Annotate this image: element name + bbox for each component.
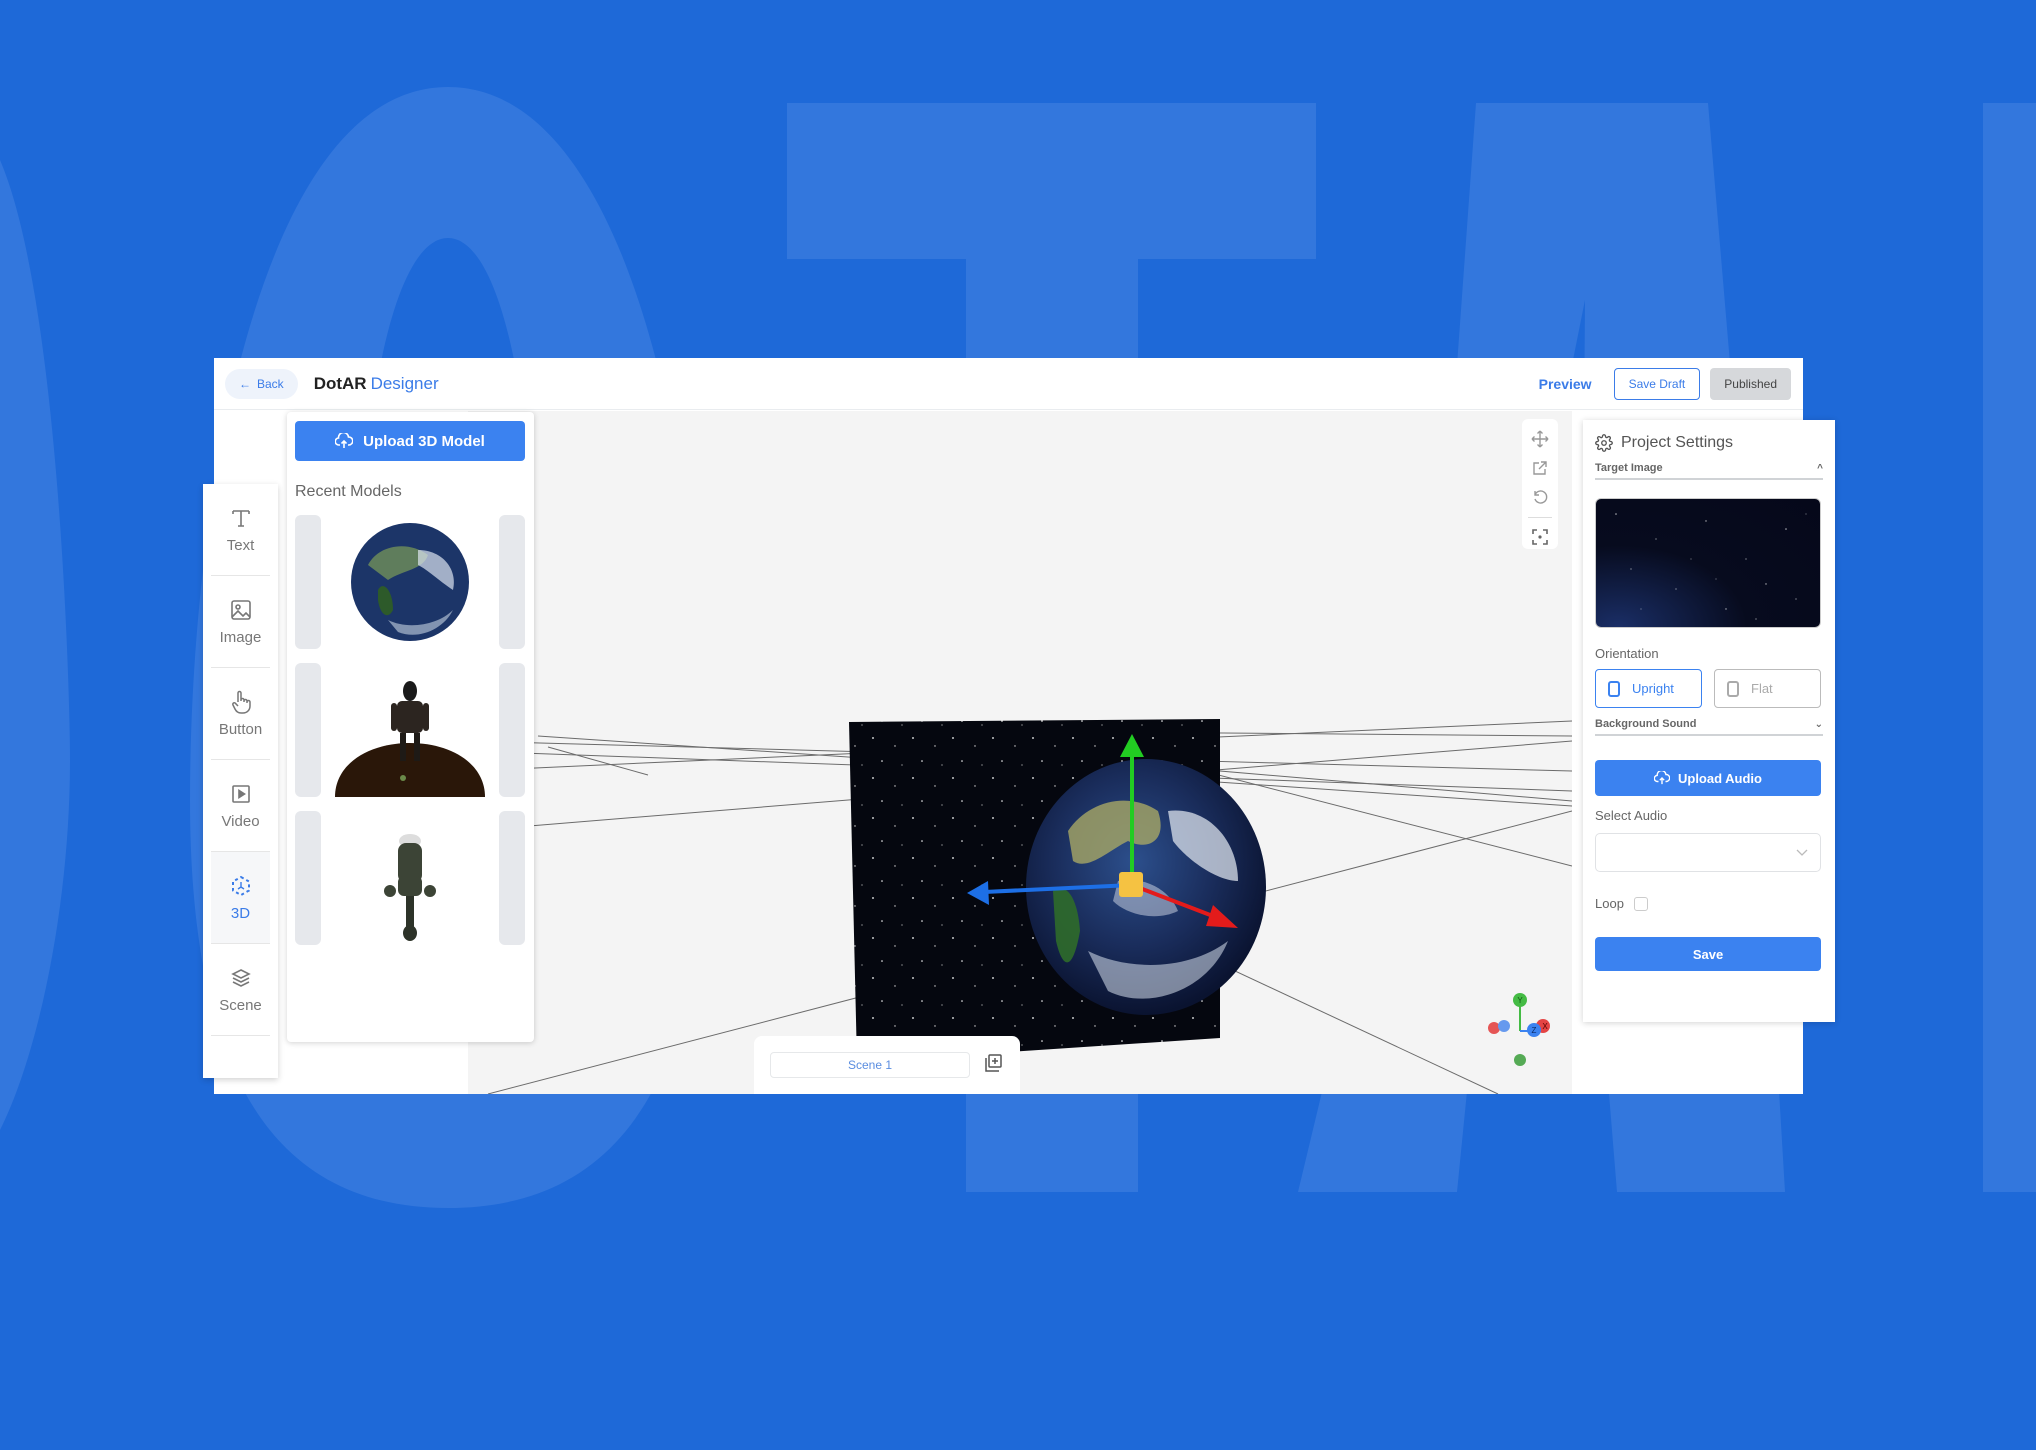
background-sound-section-toggle[interactable]: Background Sound ⌄: [1595, 718, 1823, 736]
model-card-robot[interactable]: [295, 663, 525, 797]
axis-x-negative: [1488, 1022, 1500, 1034]
save-button[interactable]: Save: [1595, 937, 1821, 971]
upload-audio-button[interactable]: Upload Audio: [1595, 760, 1821, 796]
starfield-image: [1615, 513, 1807, 620]
flat-phone-icon: [1727, 680, 1739, 697]
axis-x-label: X: [1542, 1022, 1548, 1031]
upload-3d-model-label: Upload 3D Model: [363, 432, 485, 450]
background-sound-label: Background Sound: [1595, 718, 1697, 730]
scene-canvas[interactable]: [468, 411, 1572, 1094]
reset-rotate-icon[interactable]: [1528, 486, 1552, 509]
toolbar-item-label: Text: [226, 537, 255, 554]
upload-audio-label: Upload Audio: [1677, 770, 1762, 786]
earth-thumbnail: [351, 523, 469, 641]
axis-z-negative: [1498, 1020, 1510, 1032]
axis-z-label: Z: [1532, 1026, 1537, 1035]
toolbar-item-label: Button: [218, 721, 263, 738]
target-image-section-toggle[interactable]: Target Image ^: [1595, 462, 1823, 480]
project-settings-panel: Project Settings Target Image ^ Orientat…: [1583, 420, 1835, 1022]
target-image-preview[interactable]: [1595, 498, 1821, 628]
orientation-upright-button[interactable]: Upright: [1595, 669, 1702, 708]
project-settings-title: Project Settings: [1621, 434, 1734, 451]
gizmo-center-handle: [1119, 872, 1143, 897]
app-name: DotAR: [313, 373, 367, 393]
orientation-flat-label: Flat: [1751, 681, 1773, 696]
layers-icon: [228, 965, 254, 991]
chevron-down-icon: [1796, 849, 1808, 856]
toolbar-item-3d[interactable]: 3D: [211, 852, 270, 944]
focus-icon[interactable]: [1528, 526, 1552, 549]
save-draft-button[interactable]: Save Draft: [1613, 367, 1701, 400]
preview-link[interactable]: Preview: [1539, 376, 1592, 392]
portrait-phone-icon: [1608, 680, 1620, 697]
models-panel: Upload 3D Model Recent Models: [287, 412, 534, 1042]
robot-thumbnail: [335, 681, 485, 797]
back-label: Back: [257, 376, 284, 391]
viewport-toolbar: [1522, 419, 1558, 549]
toolbar-item-video[interactable]: Video: [211, 760, 270, 852]
back-button[interactable]: ← Back: [225, 368, 298, 399]
toolbar-item-image[interactable]: Image: [211, 576, 270, 668]
toolbar-item-button[interactable]: Button: [211, 668, 270, 760]
published-button[interactable]: Published: [1710, 367, 1791, 400]
toolbar-item-label: Video: [221, 813, 260, 830]
cloud-upload-icon: [335, 433, 354, 448]
text-icon: [228, 505, 254, 531]
gear-icon: [1595, 434, 1613, 452]
top-bar: ← Back DotAR Designer Preview Save Draft …: [214, 358, 1803, 410]
orientation-upright-label: Upright: [1632, 681, 1674, 696]
loop-label: Loop: [1595, 896, 1624, 911]
orientation-options: Upright Flat: [1595, 669, 1823, 708]
axis-y-label: Y: [1517, 996, 1523, 1005]
toolbar-item-label: Scene: [219, 997, 262, 1014]
save-label: Save: [1692, 946, 1724, 962]
chevron-down-icon: ⌄: [1814, 718, 1823, 730]
arrow-left-icon: ←: [239, 376, 251, 391]
scene-name-field[interactable]: Scene 1: [770, 1052, 970, 1078]
add-scene-icon[interactable]: [984, 1053, 1002, 1077]
3d-viewport[interactable]: Y X Z Scene 1: [468, 411, 1572, 1094]
external-link-icon[interactable]: [1528, 456, 1552, 479]
scene-bar: Scene 1: [754, 1036, 1020, 1094]
model-card-earth[interactable]: [295, 515, 525, 649]
orientation-flat-button[interactable]: Flat: [1714, 669, 1821, 708]
app-title: DotAR Designer: [314, 374, 439, 394]
loop-checkbox[interactable]: [1633, 896, 1648, 911]
model-card-character[interactable]: [295, 811, 525, 945]
chevron-up-icon: ^: [1817, 462, 1823, 474]
element-toolbar: Text Image Button Video 3D Scene: [203, 484, 278, 1078]
select-audio-label: Select Audio: [1595, 808, 1668, 823]
target-image-label: Target Image: [1595, 462, 1663, 474]
video-icon: [228, 781, 254, 807]
toolbar-divider: [1528, 516, 1552, 518]
toolbar-item-label: Image: [219, 629, 262, 646]
image-icon: [228, 597, 254, 623]
toolbar-item-label: 3D: [230, 905, 251, 922]
hand-pointer-icon: [228, 689, 254, 715]
orientation-axes-gizmo[interactable]: Y X Z: [1484, 986, 1554, 1076]
upload-3d-model-button[interactable]: Upload 3D Model: [295, 421, 525, 461]
3d-cube-icon: [228, 873, 254, 899]
toolbar-item-scene[interactable]: Scene: [211, 944, 270, 1036]
character-thumbnail: [384, 834, 436, 941]
recent-models-title: Recent Models: [295, 483, 402, 500]
cloud-upload-icon: [1653, 771, 1670, 785]
app-name-accent: Designer: [370, 373, 439, 393]
move-icon[interactable]: [1528, 427, 1552, 450]
orientation-label: Orientation: [1595, 646, 1659, 661]
toolbar-item-text[interactable]: Text: [211, 484, 270, 576]
axis-y-negative: [1514, 1054, 1526, 1066]
select-audio-dropdown[interactable]: [1595, 833, 1821, 872]
loop-row: Loop: [1595, 896, 1823, 911]
project-settings-header: Project Settings: [1595, 434, 1823, 452]
